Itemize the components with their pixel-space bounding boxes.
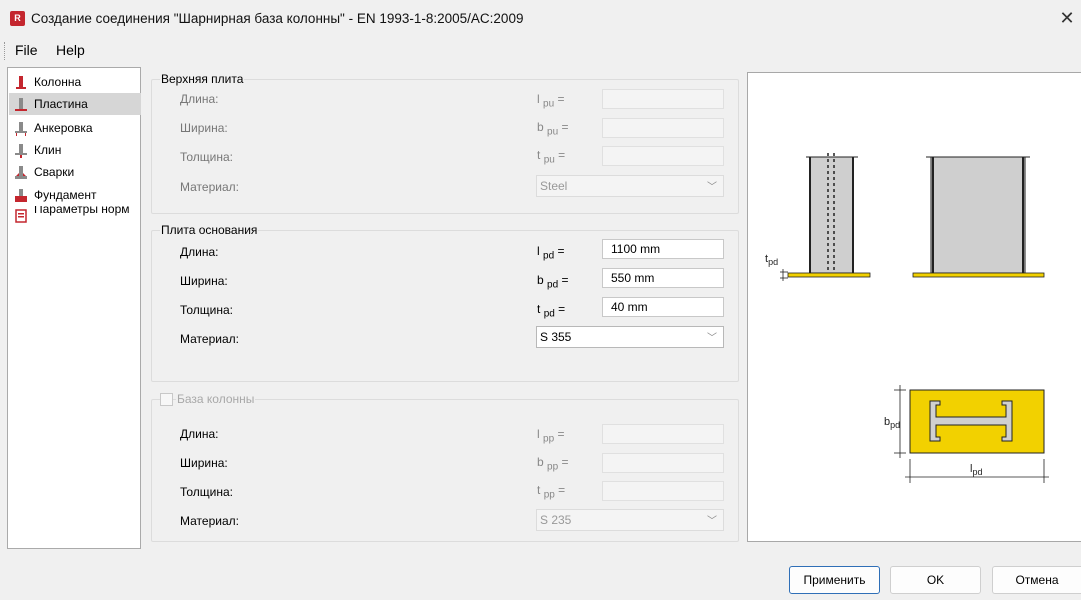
top-plate-length-input[interactable] <box>602 89 724 109</box>
column-base-length-input[interactable] <box>602 424 724 444</box>
sidebar-item-label: Анкеровка <box>34 121 93 135</box>
close-icon[interactable]: ✕ <box>1056 6 1078 30</box>
anchor-icon <box>15 122 27 136</box>
sidebar-item-label: Параметры норм <box>34 206 130 216</box>
column-base-length-symbol: l pp = <box>537 427 565 445</box>
column-base-width-symbol: b pp = <box>537 455 569 473</box>
top-plate-length-label: Длина: <box>180 92 219 106</box>
base-plate-length-input[interactable]: 1100 mm <box>602 239 724 259</box>
column-icon <box>16 76 26 89</box>
side-view-left: tpd <box>765 153 871 281</box>
plan-view: bpd lpd <box>884 385 1049 483</box>
sidebar-nav: Колонна Пластина Анкеровка Клин Сварки Ф… <box>7 67 141 549</box>
base-plate-material-label: Материал: <box>180 332 239 346</box>
group-title: База колонны <box>176 392 256 406</box>
group-title: Плита основания <box>160 223 259 237</box>
top-plate-material-select[interactable]: Steel ﹀ <box>536 175 724 197</box>
sidebar-item-foundation[interactable]: Фундамент <box>9 184 141 206</box>
base-plate-length-label: Длина: <box>180 245 219 259</box>
wedge-icon <box>15 144 27 158</box>
column-base-width-label: Ширина: <box>180 456 228 470</box>
base-plate-thickness-input[interactable]: 40 mm <box>602 297 724 317</box>
column-base-length-label: Длина: <box>180 427 219 441</box>
top-plate-width-label: Ширина: <box>180 121 228 135</box>
group-top-plate: Верхняя плита Длина: l pu = Ширина: b pu… <box>151 72 739 214</box>
t-pd-label: tpd <box>765 253 778 267</box>
sidebar-item-anchorage[interactable]: Анкеровка <box>9 117 141 139</box>
group-title: Верхняя плита <box>160 72 245 86</box>
column-base-thickness-label: Толщина: <box>180 485 234 499</box>
group-base-plate: Плита основания Длина: l pd = 1100 mm Ши… <box>151 223 739 382</box>
base-plate-width-label: Ширина: <box>180 274 228 288</box>
base-plate-material-select[interactable]: S 355 ﹀ <box>536 326 724 348</box>
chevron-down-icon: ﹀ <box>707 333 717 344</box>
top-plate-width-input[interactable] <box>602 118 724 138</box>
app-icon: R <box>10 11 25 26</box>
base-plate-thickness-symbol: t pd = <box>537 302 566 320</box>
sidebar-item-code-params[interactable]: Параметры норм <box>9 206 141 224</box>
column-base-checkbox[interactable] <box>160 393 173 406</box>
code-params-icon <box>15 209 27 223</box>
l-pd-label: lpd <box>970 463 982 477</box>
sidebar-item-column[interactable]: Колонна <box>9 71 141 93</box>
plate-diagram: tpd bpd lpd <box>765 153 1049 483</box>
menu-help[interactable]: Help <box>56 42 85 58</box>
sidebar-item-label: Фундамент <box>34 188 97 202</box>
window-title: Создание соединения "Шарнирная база коло… <box>31 11 524 26</box>
top-plate-width-symbol: b pu = <box>537 120 569 138</box>
sidebar-item-label: Сварки <box>34 165 75 179</box>
side-view-right <box>912 156 1045 278</box>
weld-icon <box>15 166 27 179</box>
column-base-material-select[interactable]: S 235 ﹀ <box>536 509 724 531</box>
menu-bar: File Help <box>0 38 1081 64</box>
sidebar-item-label: Пластина <box>34 97 88 111</box>
column-base-thickness-input[interactable] <box>602 481 724 501</box>
sidebar-item-plate[interactable]: Пластина <box>9 93 141 115</box>
top-plate-material-label: Материал: <box>180 180 239 194</box>
base-plate-length-symbol: l pd = <box>537 244 565 262</box>
column-base-material-label: Материал: <box>180 514 239 528</box>
apply-button[interactable]: Применить <box>789 566 880 594</box>
title-bar: R Создание соединения "Шарнирная база ко… <box>0 0 1081 38</box>
top-plate-thickness-symbol: t pu = <box>537 148 566 166</box>
chevron-down-icon: ﹀ <box>707 516 717 527</box>
top-plate-length-symbol: l pu = <box>537 92 565 110</box>
top-plate-thickness-label: Толщина: <box>180 150 234 164</box>
group-column-base: База колонны Длина: l pp = Ширина: b pp … <box>151 392 739 542</box>
chevron-down-icon: ﹀ <box>707 182 717 193</box>
top-plate-thickness-input[interactable] <box>602 146 724 166</box>
column-base-thickness-symbol: t pp = <box>537 483 566 501</box>
cancel-button[interactable]: Отмена <box>992 566 1081 594</box>
preview-panel: tpd bpd lpd <box>747 72 1081 542</box>
base-plate-width-input[interactable]: 550 mm <box>602 268 724 288</box>
sidebar-item-label: Клин <box>34 143 62 157</box>
ok-button[interactable]: OK <box>890 566 981 594</box>
column-base-width-input[interactable] <box>602 453 724 473</box>
base-plate-width-symbol: b pd = <box>537 273 569 291</box>
sidebar-item-wedge[interactable]: Клин <box>9 139 141 161</box>
b-pd-label: bpd <box>884 416 900 430</box>
foundation-icon <box>15 189 27 202</box>
menu-file[interactable]: File <box>15 42 38 58</box>
sidebar-item-welds[interactable]: Сварки <box>9 161 141 183</box>
plate-icon <box>15 98 27 111</box>
sidebar-item-label: Колонна <box>34 75 82 89</box>
base-plate-thickness-label: Толщина: <box>180 303 234 317</box>
